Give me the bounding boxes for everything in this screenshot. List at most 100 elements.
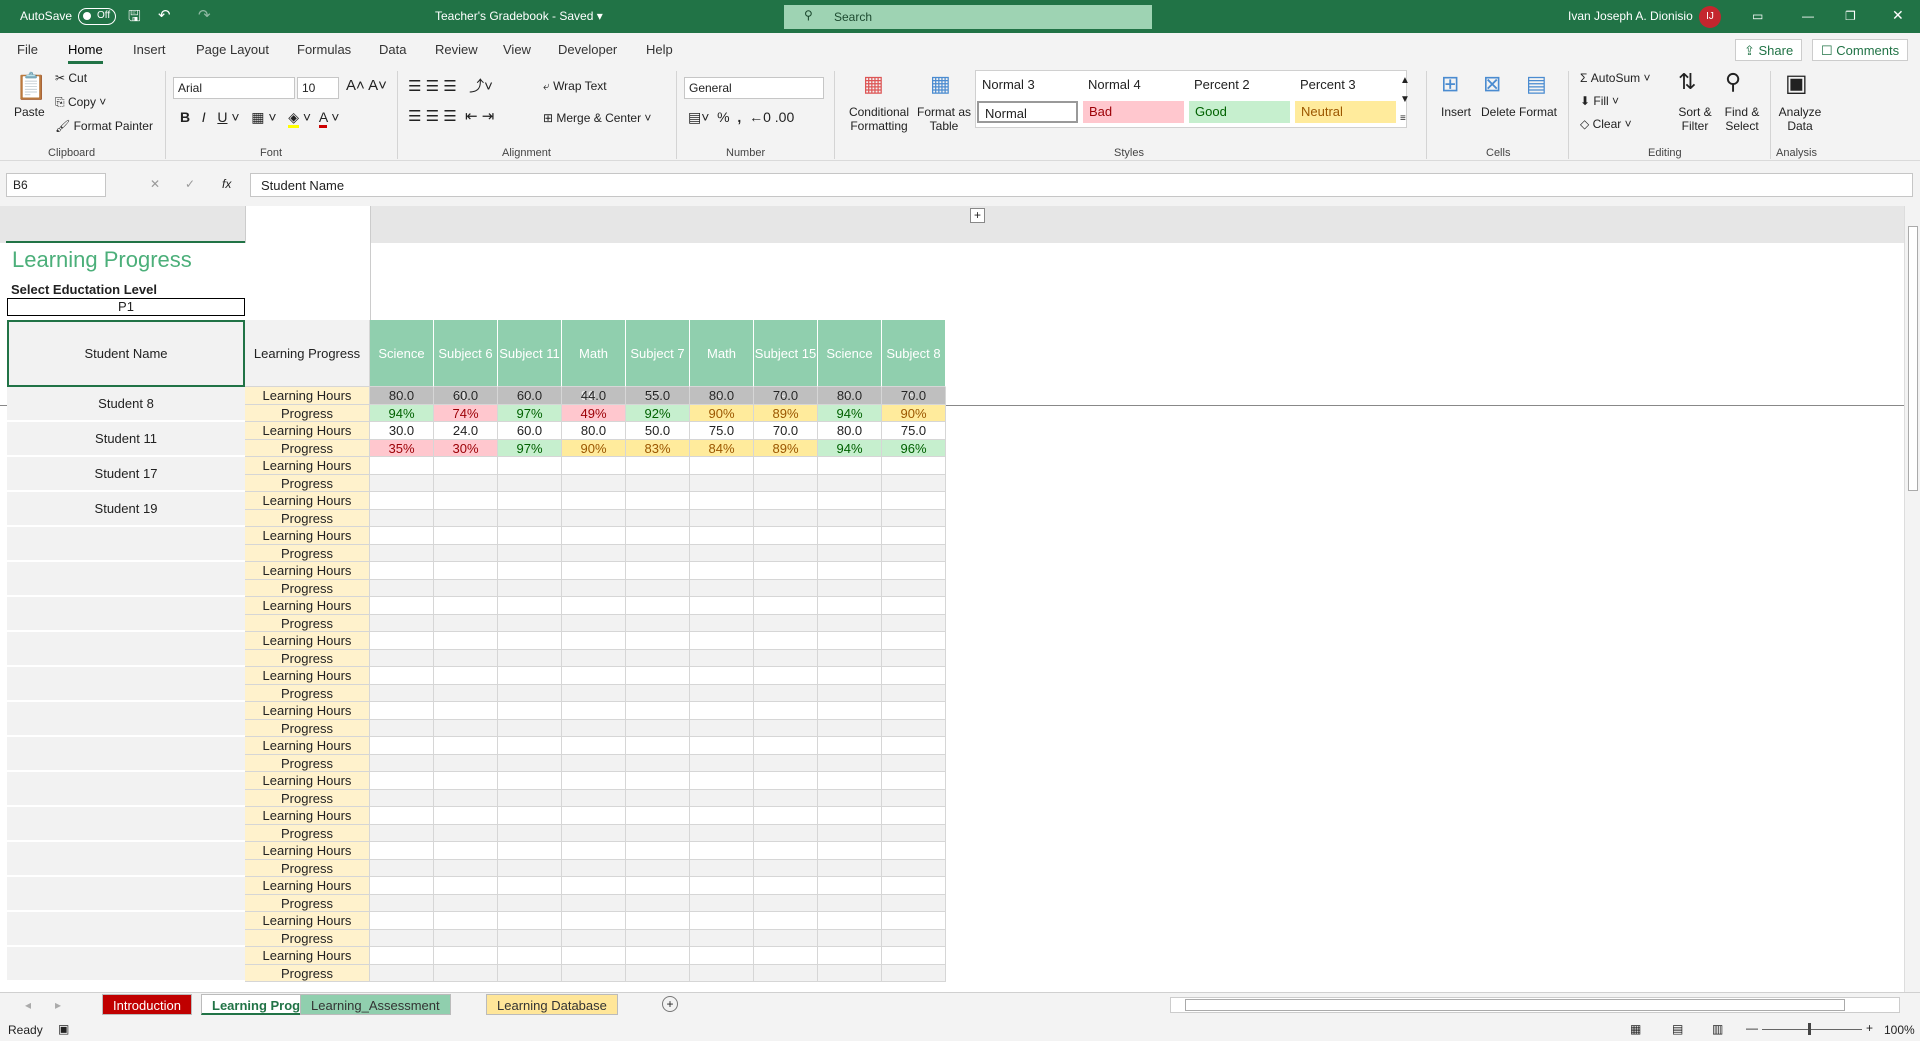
progress-cell[interactable]: [882, 579, 946, 597]
progress-cell[interactable]: [626, 859, 690, 877]
learning-hours-cell[interactable]: [818, 527, 882, 545]
progress-cell[interactable]: [882, 614, 946, 632]
header-student-name[interactable]: Student Name: [7, 320, 245, 387]
progress-cell[interactable]: [562, 544, 626, 562]
progress-cell[interactable]: [754, 474, 818, 492]
student-name-cell[interactable]: [7, 772, 245, 807]
comments-button[interactable]: ☐ Comments: [1812, 39, 1909, 61]
learning-hours-cell[interactable]: [562, 597, 626, 615]
save-icon[interactable]: 🖫: [128, 6, 141, 31]
progress-cell[interactable]: [754, 789, 818, 807]
progress-cell[interactable]: [562, 649, 626, 667]
zoom-slider[interactable]: [1762, 1023, 1862, 1035]
tab-file[interactable]: File: [17, 42, 38, 57]
learning-hours-cell[interactable]: [818, 772, 882, 790]
restore-icon[interactable]: ❐: [1845, 9, 1856, 23]
learning-hours-cell[interactable]: [626, 947, 690, 965]
learning-hours-cell[interactable]: [690, 667, 754, 685]
progress-cell[interactable]: [690, 859, 754, 877]
learning-hours-cell[interactable]: [754, 597, 818, 615]
autosave-toggle[interactable]: Off: [78, 8, 116, 25]
progress-cell[interactable]: [562, 684, 626, 702]
learning-hours-cell[interactable]: [626, 772, 690, 790]
learning-hours-cell[interactable]: [882, 772, 946, 790]
student-name-cell[interactable]: [7, 632, 245, 667]
learning-hours-cell[interactable]: [434, 912, 498, 930]
new-sheet-button[interactable]: +: [662, 996, 678, 1012]
learning-hours-cell[interactable]: [882, 807, 946, 825]
learning-hours-cell[interactable]: [562, 912, 626, 930]
learning-hours-cell[interactable]: [690, 737, 754, 755]
progress-cell[interactable]: [754, 579, 818, 597]
font-name-select[interactable]: Arial: [173, 77, 295, 99]
learning-hours-cell[interactable]: [754, 877, 818, 895]
progress-cell[interactable]: [882, 894, 946, 912]
progress-cell[interactable]: [370, 579, 434, 597]
progress-cell[interactable]: [818, 964, 882, 982]
progress-cell[interactable]: [370, 649, 434, 667]
progress-cell[interactable]: [498, 754, 562, 772]
progress-cell[interactable]: [626, 509, 690, 527]
horizontal-align-icons[interactable]: ☰ ☰ ☰ ⇤ ⇥: [408, 107, 494, 125]
progress-cell[interactable]: [370, 754, 434, 772]
subject-header[interactable]: Subject 6: [434, 320, 498, 387]
progress-cell[interactable]: [626, 684, 690, 702]
learning-hours-cell[interactable]: [754, 947, 818, 965]
progress-cell[interactable]: [626, 929, 690, 947]
learning-hours-cell[interactable]: [370, 842, 434, 860]
progress-cell[interactable]: [626, 824, 690, 842]
subject-header[interactable]: Math: [562, 320, 626, 387]
learning-hours-cell[interactable]: [434, 457, 498, 475]
learning-hours-cell[interactable]: [818, 632, 882, 650]
progress-cell[interactable]: [562, 789, 626, 807]
tab-formulas[interactable]: Formulas: [297, 42, 351, 57]
progress-cell[interactable]: [434, 754, 498, 772]
progress-cell[interactable]: 92%: [626, 404, 690, 422]
progress-cell[interactable]: [690, 789, 754, 807]
learning-hours-cell[interactable]: 80.0: [818, 422, 882, 440]
progress-cell[interactable]: [754, 509, 818, 527]
learning-hours-cell[interactable]: [370, 597, 434, 615]
zoom-level[interactable]: 100%: [1884, 1023, 1915, 1037]
vertical-align-icons[interactable]: ☰ ☰ ☰ ⤴˅: [408, 75, 493, 96]
progress-cell[interactable]: [818, 824, 882, 842]
progress-cell[interactable]: [562, 824, 626, 842]
progress-cell[interactable]: [690, 579, 754, 597]
tab-page-layout[interactable]: Page Layout: [196, 42, 269, 57]
progress-cell[interactable]: [434, 894, 498, 912]
learning-hours-cell[interactable]: [690, 947, 754, 965]
progress-cell[interactable]: 94%: [818, 404, 882, 422]
student-name-cell[interactable]: [7, 947, 245, 982]
learning-hours-cell[interactable]: [370, 632, 434, 650]
learning-hours-cell[interactable]: [498, 842, 562, 860]
progress-cell[interactable]: [754, 544, 818, 562]
learning-hours-cell[interactable]: [882, 457, 946, 475]
student-name-cell[interactable]: Student 17: [7, 457, 245, 492]
subject-header[interactable]: Subject 8: [882, 320, 946, 387]
learning-hours-cell[interactable]: [690, 527, 754, 545]
learning-hours-cell[interactable]: [434, 702, 498, 720]
learning-hours-cell[interactable]: [434, 492, 498, 510]
learning-hours-cell[interactable]: [818, 492, 882, 510]
conditional-formatting-button[interactable]: Conditional Formatting: [843, 105, 915, 133]
progress-cell[interactable]: [498, 474, 562, 492]
style-percent-2[interactable]: Percent 2: [1188, 74, 1256, 96]
learning-hours-cell[interactable]: [370, 772, 434, 790]
progress-cell[interactable]: [818, 649, 882, 667]
progress-cell[interactable]: [562, 579, 626, 597]
progress-cell[interactable]: 74%: [434, 404, 498, 422]
learning-hours-cell[interactable]: [754, 457, 818, 475]
progress-cell[interactable]: [882, 474, 946, 492]
learning-hours-cell[interactable]: 60.0: [498, 422, 562, 440]
learning-hours-cell[interactable]: [626, 912, 690, 930]
learning-hours-cell[interactable]: [690, 492, 754, 510]
learning-hours-cell[interactable]: [818, 457, 882, 475]
progress-cell[interactable]: [370, 719, 434, 737]
subject-header[interactable]: Subject 15: [754, 320, 818, 387]
share-button[interactable]: ⇪ Share: [1735, 39, 1803, 61]
undo-icon[interactable]: ↶: [158, 6, 171, 24]
learning-hours-cell[interactable]: [434, 737, 498, 755]
learning-hours-cell[interactable]: 70.0: [754, 422, 818, 440]
progress-cell[interactable]: [498, 649, 562, 667]
insert-button[interactable]: Insert: [1441, 105, 1471, 119]
